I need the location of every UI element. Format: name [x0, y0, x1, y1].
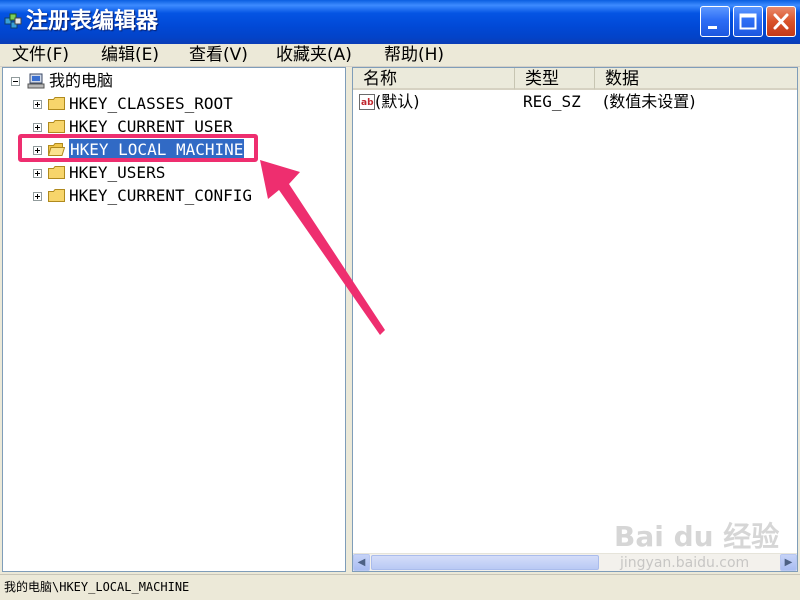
tree-item-label: 我的电脑: [49, 71, 114, 90]
tree-item-hkey-classes-root[interactable]: HKEY_CLASSES_ROOT: [3, 93, 333, 115]
scrollbar-thumb[interactable]: [371, 555, 599, 570]
value-type: REG_SZ: [523, 92, 581, 111]
close-icon: [773, 13, 789, 30]
expand-toggle-icon[interactable]: [33, 169, 42, 178]
expand-toggle-icon[interactable]: [33, 192, 42, 201]
folder-icon: [48, 120, 65, 133]
tree-item-label: HKEY_CURRENT_CONFIG: [69, 186, 253, 205]
minimize-icon: [708, 26, 717, 29]
registry-editor-window: 注册表编辑器 文件(F) 编辑(E) 查看(V) 收藏夹(A) 帮助(H) 我的…: [0, 0, 800, 600]
column-header-data[interactable]: 数据: [595, 68, 797, 90]
string-value-icon: ab: [359, 94, 375, 110]
scroll-left-button[interactable]: ◀: [353, 554, 370, 571]
maximize-button[interactable]: [733, 6, 763, 37]
menu-view[interactable]: 查看(V): [189, 44, 248, 66]
watermark-logo: Bai du 经验: [614, 520, 780, 553]
column-header-name[interactable]: 名称: [353, 68, 515, 90]
status-path: 我的电脑\HKEY_LOCAL_MACHINE: [4, 580, 190, 594]
tree-item-my-computer[interactable]: 我的电脑: [3, 70, 333, 92]
registry-editor-icon: [4, 13, 22, 29]
watermark-url: jingyan.baidu.com: [620, 555, 750, 571]
column-header-type[interactable]: 类型: [515, 68, 595, 90]
close-button[interactable]: [766, 6, 796, 37]
tree-item-label: HKEY_CLASSES_ROOT: [69, 94, 233, 113]
menu-favorites[interactable]: 收藏夹(A): [276, 44, 352, 66]
collapse-toggle-icon[interactable]: [11, 77, 20, 86]
minimize-button[interactable]: [700, 6, 730, 37]
window-title: 注册表编辑器: [26, 9, 159, 34]
maximize-icon: [739, 13, 757, 30]
folder-icon: [48, 97, 65, 110]
tree-item-hkey-users[interactable]: HKEY_USERS: [3, 162, 333, 184]
scroll-right-button[interactable]: ▶: [780, 554, 797, 571]
tree-item-hkey-current-config[interactable]: HKEY_CURRENT_CONFIG: [3, 185, 333, 207]
expand-toggle-icon[interactable]: [33, 123, 42, 132]
folder-icon: [48, 189, 65, 202]
tree-item-label: HKEY_USERS: [69, 163, 166, 182]
folder-icon: [48, 166, 65, 179]
menu-file[interactable]: 文件(F): [12, 44, 69, 66]
value-data: (数值未设置): [603, 92, 696, 111]
menu-bar: 文件(F) 编辑(E) 查看(V) 收藏夹(A) 帮助(H): [0, 44, 800, 67]
computer-icon: [27, 73, 45, 89]
value-name[interactable]: (默认): [375, 91, 420, 113]
watermark: Bai du 经验 jingyan.baidu.com: [612, 515, 782, 575]
menu-help[interactable]: 帮助(H): [384, 44, 444, 66]
title-bar[interactable]: 注册表编辑器: [0, 0, 800, 44]
registry-values-pane[interactable]: 名称 类型 数据 ab (默认) REG_SZ (数值未设置) ◀ ▶: [352, 67, 798, 572]
status-bar: 我的电脑\HKEY_LOCAL_MACHINE: [0, 574, 800, 600]
svg-text:ab: ab: [361, 98, 374, 108]
menu-edit[interactable]: 编辑(E): [101, 44, 159, 66]
highlight-box: [18, 134, 258, 162]
expand-toggle-icon[interactable]: [33, 100, 42, 109]
